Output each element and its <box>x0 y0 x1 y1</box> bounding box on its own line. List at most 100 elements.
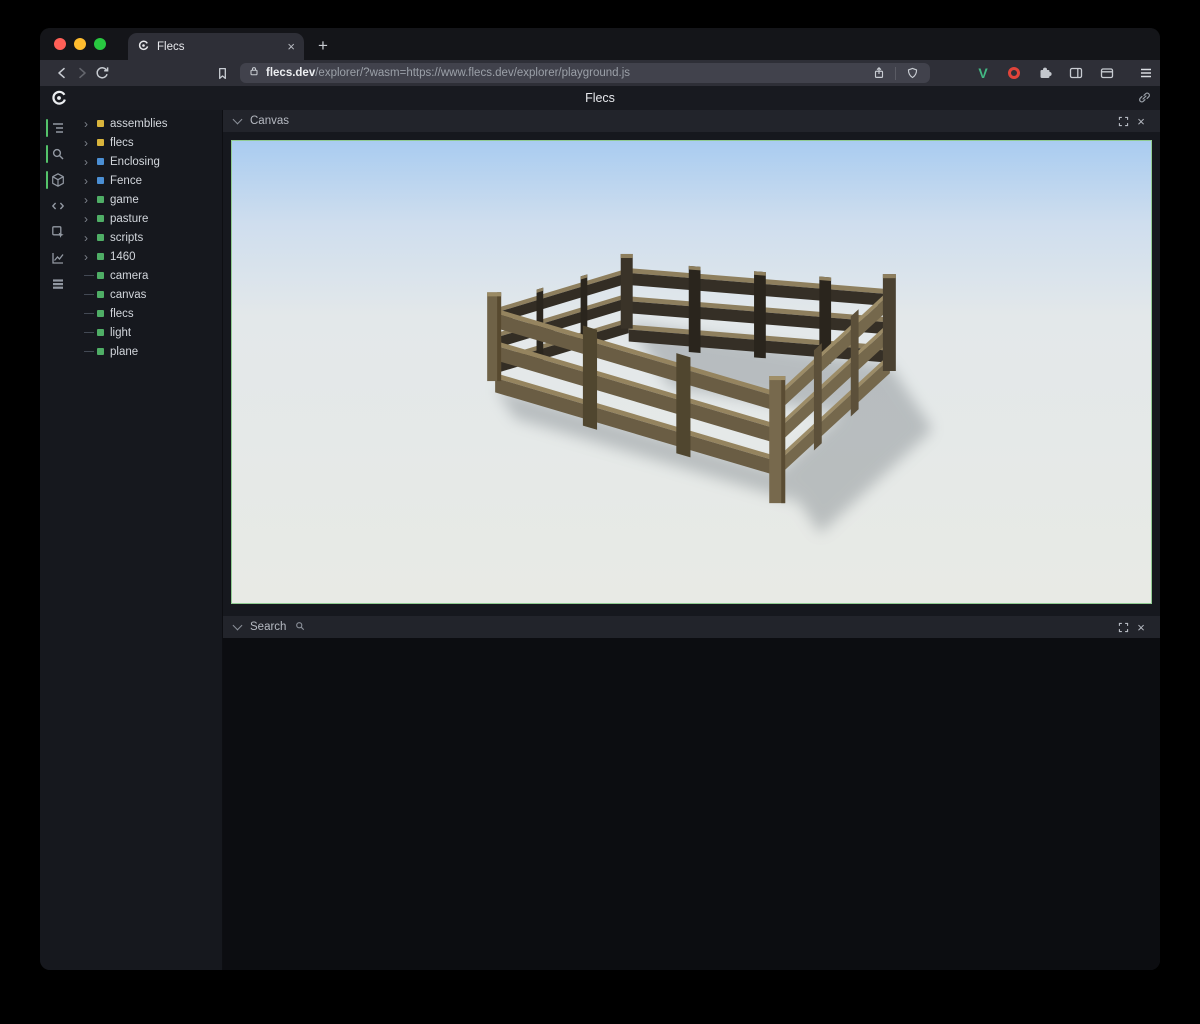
main-area: Canvas × <box>222 110 1160 970</box>
expand-arrow-icon[interactable]: › <box>84 231 97 245</box>
code-panel-icon[interactable] <box>46 194 70 218</box>
entity-color-icon <box>97 158 104 165</box>
entity-color-icon <box>97 177 104 184</box>
lock-icon <box>248 64 260 82</box>
traffic-light-minimize[interactable] <box>74 38 86 50</box>
vue-extension-icon[interactable]: V <box>972 63 994 83</box>
entity-tree-panel-icon[interactable] <box>46 116 70 140</box>
share-icon[interactable] <box>869 63 889 83</box>
tree-item-label: light <box>110 327 131 339</box>
tree-item[interactable]: light <box>84 323 222 342</box>
menu-icon[interactable] <box>1135 63 1157 83</box>
entity-color-icon <box>97 329 104 336</box>
page-title: Flecs <box>40 91 1160 105</box>
tree-item[interactable]: canvas <box>84 285 222 304</box>
traffic-light-zoom[interactable] <box>94 38 106 50</box>
window-controls <box>54 38 106 50</box>
entity-color-icon <box>97 310 104 317</box>
red-extension-icon[interactable] <box>1003 63 1025 83</box>
tree-item[interactable]: flecs <box>84 304 222 323</box>
chart-panel-icon[interactable] <box>46 246 70 270</box>
flecs-explorer-app: Flecs <box>40 86 1160 970</box>
navigation-bar: flecs.dev/explorer/?wasm=https://www.fle… <box>40 60 1160 86</box>
expand-arrow-icon[interactable]: › <box>84 193 97 207</box>
browser-window: Flecs × + flecs.dev/explorer/?wasm=https… <box>40 28 1160 970</box>
panel-rail <box>46 110 70 970</box>
entity-color-icon <box>97 196 104 203</box>
link-icon[interactable] <box>1137 90 1152 110</box>
url-bar[interactable]: flecs.dev/explorer/?wasm=https://www.fle… <box>240 63 930 83</box>
inspector-panel-icon[interactable] <box>46 220 70 244</box>
canvas-wrap <box>223 132 1160 604</box>
search-panel-header[interactable]: Search × <box>223 616 1160 638</box>
traffic-light-close[interactable] <box>54 38 66 50</box>
url-text: flecs.dev/explorer/?wasm=https://www.fle… <box>266 67 863 79</box>
tree-item[interactable]: camera <box>84 266 222 285</box>
tree-item[interactable]: › scripts <box>84 228 222 247</box>
search-panel-title: Search <box>250 621 286 633</box>
tree-item-label: plane <box>110 346 138 358</box>
expand-arrow-icon[interactable] <box>84 275 97 276</box>
tree-item-label: canvas <box>110 289 146 301</box>
expand-arrow-icon[interactable]: › <box>84 250 97 264</box>
tree-item[interactable]: › flecs <box>84 133 222 152</box>
expand-arrow-icon[interactable] <box>84 313 97 314</box>
entity-color-icon <box>97 139 104 146</box>
tree-item[interactable]: › game <box>84 190 222 209</box>
canvas-3d-viewport[interactable] <box>231 140 1152 604</box>
tree-item[interactable]: › Enclosing <box>84 152 222 171</box>
entity-color-icon <box>97 348 104 355</box>
expand-arrow-icon[interactable]: › <box>84 174 97 188</box>
tree-item[interactable]: › Fence <box>84 171 222 190</box>
shield-icon[interactable] <box>902 63 922 83</box>
search-panel-icon[interactable] <box>46 142 70 166</box>
search-icon <box>294 620 306 635</box>
entity-color-icon <box>97 215 104 222</box>
tree-item[interactable]: › pasture <box>84 209 222 228</box>
close-panel-icon[interactable]: × <box>1132 618 1150 636</box>
tree-item-label: scripts <box>110 232 143 244</box>
forward-button[interactable] <box>72 63 92 83</box>
canvas-panel-icon[interactable] <box>46 168 70 192</box>
entity-color-icon <box>97 120 104 127</box>
wallet-icon[interactable] <box>1096 63 1118 83</box>
sidebar-toggle-icon[interactable] <box>1065 63 1087 83</box>
tree-item-label: game <box>110 194 139 206</box>
extensions-area: V <box>972 63 1157 83</box>
tree-item-label: flecs <box>110 137 134 149</box>
reload-button[interactable] <box>92 63 112 83</box>
expand-arrow-icon[interactable]: › <box>84 117 97 131</box>
app-header: Flecs <box>40 86 1160 110</box>
bookmark-icon[interactable] <box>212 63 232 83</box>
tree-item-label: flecs <box>110 308 134 320</box>
tree-item[interactable]: › 1460 <box>84 247 222 266</box>
expand-arrow-icon[interactable]: › <box>84 212 97 226</box>
flecs-favicon-icon <box>137 39 150 55</box>
tree-item[interactable]: › assemblies <box>84 114 222 133</box>
new-tab-button[interactable]: + <box>318 37 328 54</box>
browser-tab[interactable]: Flecs × <box>128 33 304 60</box>
extensions-puzzle-icon[interactable] <box>1034 63 1056 83</box>
entity-color-icon <box>97 253 104 260</box>
chevron-down-icon[interactable] <box>233 621 243 631</box>
expand-arrow-icon[interactable]: › <box>84 155 97 169</box>
expand-arrow-icon[interactable] <box>84 351 97 352</box>
fence-3d-scene <box>232 141 1151 603</box>
stats-panel-icon[interactable] <box>46 272 70 296</box>
back-button[interactable] <box>52 63 72 83</box>
close-tab-icon[interactable]: × <box>287 39 295 54</box>
tree-item-label: pasture <box>110 213 148 225</box>
url-domain: flecs.dev <box>266 67 315 79</box>
expand-arrow-icon[interactable]: › <box>84 136 97 150</box>
fullscreen-icon[interactable] <box>1114 112 1132 130</box>
chevron-down-icon[interactable] <box>233 115 243 125</box>
close-panel-icon[interactable]: × <box>1132 112 1150 130</box>
entity-color-icon <box>97 234 104 241</box>
expand-arrow-icon[interactable] <box>84 294 97 295</box>
canvas-panel-header[interactable]: Canvas × <box>223 110 1160 132</box>
tree-item-label: camera <box>110 270 148 282</box>
tree-item[interactable]: plane <box>84 342 222 361</box>
expand-arrow-icon[interactable] <box>84 332 97 333</box>
divider <box>895 67 896 80</box>
fullscreen-icon[interactable] <box>1114 618 1132 636</box>
